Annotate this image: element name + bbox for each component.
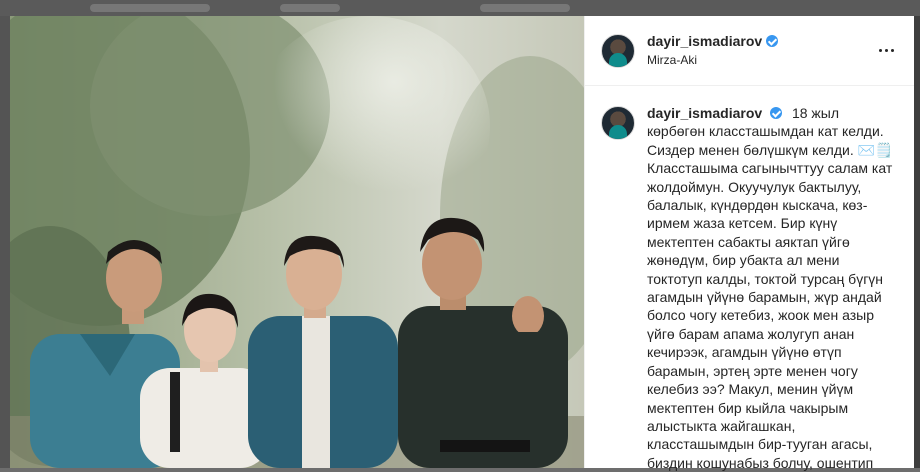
background-blur-element — [280, 4, 340, 12]
avatar[interactable] — [601, 33, 635, 68]
post-photo[interactable] — [10, 16, 584, 468]
header-text: dayir_ismadiarov Mirza-Aki — [647, 32, 874, 69]
caption-username[interactable]: dayir_ismadiarov — [647, 105, 762, 121]
location-link[interactable]: Mirza-Aki — [647, 51, 874, 69]
caption: dayir_ismadiarov 18 жыл көрбөгөн класста… — [601, 104, 897, 472]
background-page-strip — [0, 0, 920, 16]
background-overlay-right — [914, 16, 920, 468]
background-blur-element — [480, 4, 570, 12]
verified-badge-icon — [766, 35, 779, 47]
caption-body: dayir_ismadiarov 18 жыл көрбөгөн класста… — [647, 104, 897, 472]
background-blur-element — [90, 4, 210, 12]
post-modal: dayir_ismadiarov Mirza-Aki dayir_ismadia… — [10, 16, 914, 471]
username-text: dayir_ismadiarov — [647, 33, 763, 49]
more-options-icon[interactable] — [874, 39, 898, 63]
dot-icon — [884, 49, 888, 52]
username-link[interactable]: dayir_ismadiarov — [647, 32, 779, 50]
photo-image — [10, 16, 584, 468]
verified-badge-icon — [770, 107, 783, 119]
post-header: dayir_ismadiarov Mirza-Aki — [585, 16, 914, 86]
post-info-panel: dayir_ismadiarov Mirza-Aki dayir_ismadia… — [584, 16, 914, 471]
background-overlay-left — [0, 16, 10, 468]
avatar[interactable] — [601, 106, 635, 140]
caption-text: 18 жыл көрбөгөн классташымдан кат келди.… — [647, 105, 893, 471]
dot-icon — [878, 49, 882, 52]
dot-icon — [890, 49, 894, 52]
